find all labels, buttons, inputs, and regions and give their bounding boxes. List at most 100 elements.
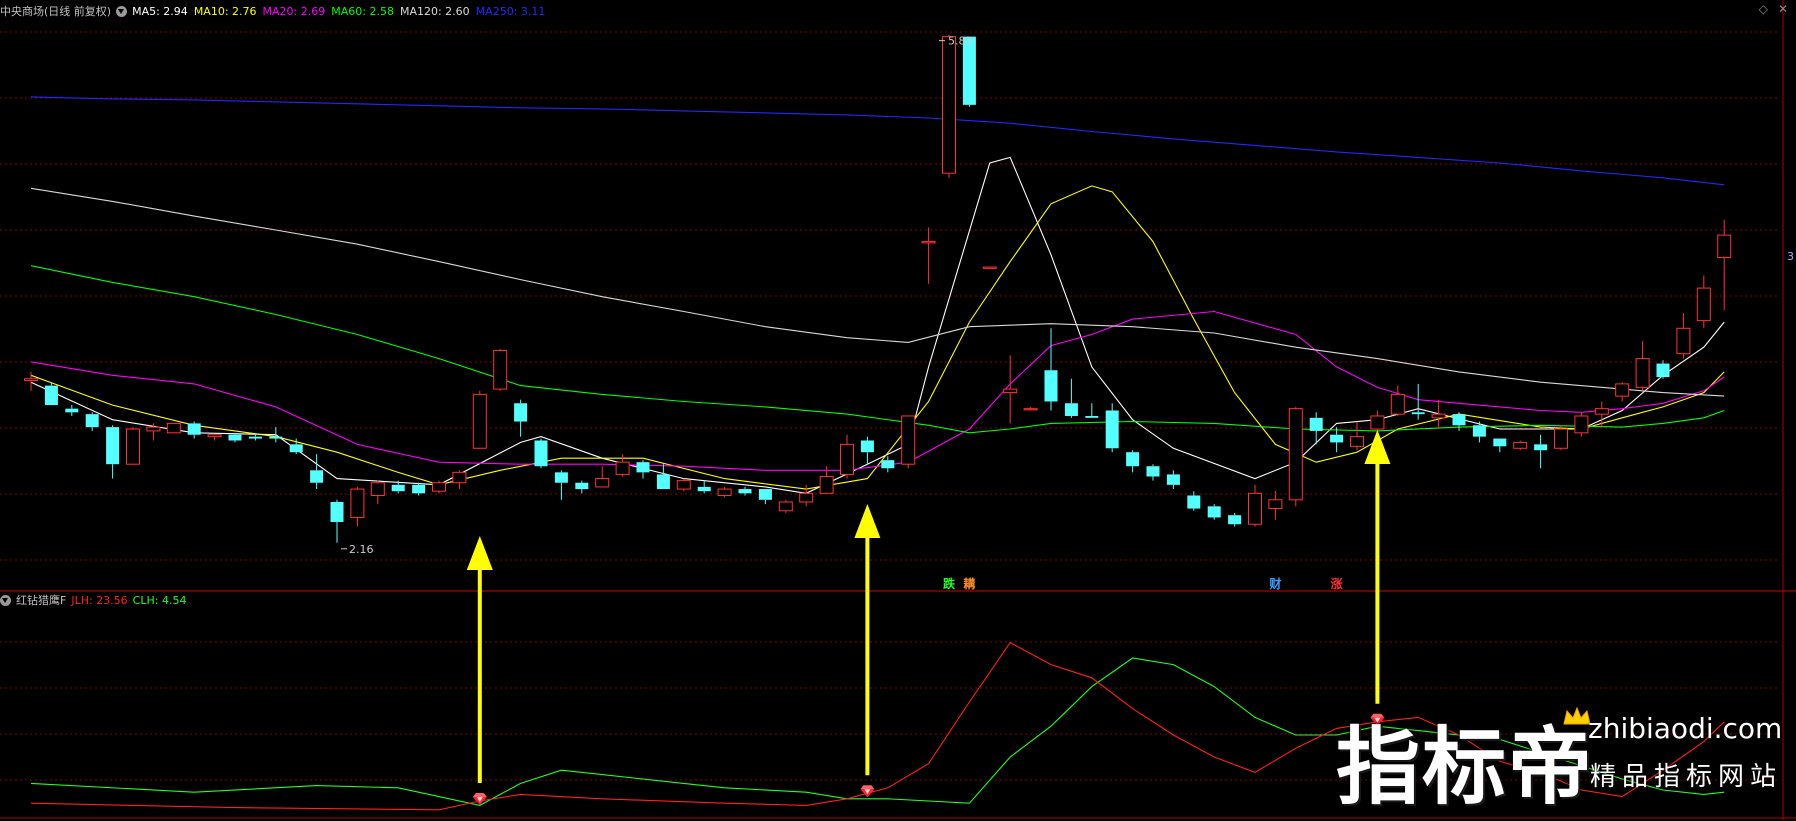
- candle-body: [1370, 415, 1385, 430]
- candle-body: [778, 501, 793, 512]
- candle-63: [1309, 412, 1323, 445]
- candle-body: [881, 460, 895, 469]
- candle-body: [1493, 438, 1507, 447]
- candle-78: [1615, 382, 1630, 402]
- candle-body: [758, 489, 772, 500]
- candle-body: [289, 444, 303, 453]
- candle-body: [1288, 408, 1303, 501]
- candle-body: [1248, 492, 1262, 525]
- candle-54: [1126, 450, 1140, 473]
- candle-55: [1146, 464, 1160, 481]
- candle-23: [493, 348, 508, 391]
- ma-line-ma20: [30, 310, 1725, 471]
- candle-74: [1534, 434, 1548, 469]
- ma-line-ma5: [30, 156, 1725, 494]
- clh-label: CLH: 4.54: [132, 593, 187, 607]
- candle-56: [1166, 470, 1180, 490]
- candle-body: [44, 385, 58, 406]
- signal-marker-2: 财: [1268, 576, 1281, 591]
- candle-80: [1656, 360, 1670, 379]
- candle-body: [615, 461, 630, 475]
- ma-label-5: MA250: 3.11: [475, 4, 546, 18]
- indicator-dropdown-icon[interactable]: [0, 594, 11, 606]
- candle-32: [676, 478, 691, 492]
- candle-body: [452, 471, 467, 484]
- candle-body: [1105, 410, 1119, 449]
- candle-body: [85, 414, 99, 428]
- candle-64: [1330, 427, 1344, 453]
- candle-body: [982, 266, 997, 269]
- candle-53: [1105, 403, 1119, 453]
- candle-40: [840, 434, 854, 479]
- yellow-arrow-1: [854, 504, 881, 776]
- candle-0: [24, 371, 38, 391]
- candle-43: [901, 415, 916, 469]
- candle-81: [1676, 313, 1691, 359]
- candle-body: [1696, 287, 1711, 322]
- ma-legend: MA5: 2.94 MA10: 2.76 MA20: 2.69 MA60: 2.58 M…: [132, 5, 545, 18]
- watermark-domain: zhibiaodi.com: [1588, 712, 1783, 745]
- candle-body: [1330, 434, 1344, 443]
- candle-body: [1023, 408, 1038, 411]
- candle-57: [1187, 491, 1201, 511]
- candle-body: [1513, 441, 1528, 449]
- watermark-sub: 精品指标网站: [1590, 762, 1783, 792]
- candle-body: [228, 434, 242, 441]
- candle-72: [1493, 438, 1507, 453]
- candle-17: [370, 480, 385, 505]
- low-price-label: 2.16: [349, 543, 374, 556]
- stock-chart[interactable]: 5.83 2.16 3 跌耩 财 涨: [0, 0, 1796, 820]
- candle-16: [350, 486, 365, 527]
- candle-41: [860, 436, 874, 465]
- candle-34: [717, 486, 732, 498]
- window-controls: ◇ ✕: [1759, 2, 1788, 16]
- candle-14: [310, 454, 324, 490]
- candle-body: [1411, 412, 1425, 415]
- candle-body: [1615, 383, 1630, 397]
- candle-body: [126, 428, 140, 465]
- close-icon[interactable]: ✕: [1778, 2, 1788, 16]
- ma-label-3: MA60: 2.58: [331, 4, 394, 18]
- ma-line-ma250: [30, 96, 1725, 186]
- main-chart-header: 中央商场(日线 前复权) MA5: 2.94 MA10: 2.76 MA20: 2.…: [0, 3, 545, 19]
- candle-body: [1574, 415, 1589, 434]
- diamond-icon[interactable]: ◇: [1759, 2, 1768, 16]
- signal-marker-0: 跌: [943, 576, 956, 591]
- candle-body: [310, 470, 324, 483]
- candle-36: [758, 489, 772, 505]
- candle-body: [207, 434, 222, 438]
- candle-61: [1268, 491, 1283, 520]
- yellow-arrow-0: [466, 536, 493, 783]
- candle-68: [1411, 383, 1425, 420]
- candle-33: [697, 480, 711, 494]
- candle-30: [636, 460, 650, 479]
- candle-body: [1452, 414, 1466, 426]
- candle-26: [554, 470, 568, 500]
- candle-body: [248, 436, 262, 439]
- candle-body: [1228, 515, 1242, 525]
- diamond-signal-1: [860, 785, 875, 798]
- candle-body: [1044, 370, 1058, 402]
- signal-marker-3: 涨: [1331, 576, 1343, 591]
- candle-29: [615, 454, 630, 477]
- candle-body: [1187, 495, 1201, 509]
- candle-7: [166, 422, 181, 434]
- candle-79: [1635, 340, 1650, 391]
- candle-body: [330, 501, 344, 522]
- candle-19: [412, 482, 426, 496]
- candle-body: [1431, 413, 1446, 419]
- candle-body: [636, 462, 650, 473]
- candle-body: [554, 472, 568, 483]
- candle-body: [269, 436, 283, 439]
- indicator-title: 红钻猎鹰F: [16, 594, 67, 607]
- candle-body: [24, 378, 38, 381]
- candle-body: [656, 474, 670, 490]
- ma-label-0: MA5: 2.94: [132, 4, 188, 18]
- diamond-top: [472, 793, 487, 797]
- dropdown-arrow-icon[interactable]: [116, 5, 128, 17]
- candle-body: [799, 492, 814, 503]
- candle-body: [514, 403, 528, 422]
- candle-48: [1003, 355, 1018, 424]
- candle-body: [106, 427, 120, 465]
- candle-body: [1166, 474, 1180, 485]
